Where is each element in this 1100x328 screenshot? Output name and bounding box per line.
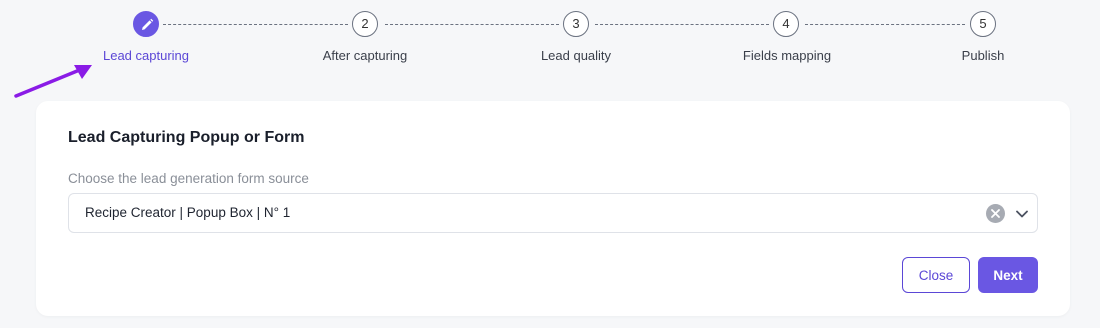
- lead-capture-card: Lead Capturing Popup or Form Choose the …: [36, 101, 1070, 316]
- step-2-circle[interactable]: 2: [352, 11, 378, 37]
- step-3-circle[interactable]: 3: [563, 11, 589, 37]
- step-1-circle[interactable]: [133, 11, 159, 37]
- form-source-select[interactable]: Recipe Creator | Popup Box | N° 1: [68, 193, 1038, 233]
- step-connector: [595, 24, 769, 25]
- step-4-circle[interactable]: 4: [773, 11, 799, 37]
- step-connector: [385, 24, 559, 25]
- annotation-arrow-icon: [14, 65, 92, 98]
- step-4-label[interactable]: Fields mapping: [743, 48, 831, 63]
- close-button[interactable]: Close: [902, 257, 970, 293]
- progress-stepper: Lead capturing 2 After capturing 3 Lead …: [0, 0, 1100, 80]
- select-value: Recipe Creator | Popup Box | N° 1: [85, 205, 291, 220]
- step-connector: [163, 24, 348, 25]
- chevron-down-icon[interactable]: [1015, 207, 1029, 221]
- card-title: Lead Capturing Popup or Form: [68, 129, 305, 146]
- step-connector: [805, 24, 965, 25]
- step-5-label[interactable]: Publish: [962, 48, 1005, 63]
- next-button[interactable]: Next: [978, 257, 1038, 293]
- clear-icon[interactable]: [986, 204, 1005, 223]
- step-3-label[interactable]: Lead quality: [541, 48, 611, 63]
- step-2-label[interactable]: After capturing: [323, 48, 408, 63]
- step-1-label[interactable]: Lead capturing: [103, 48, 189, 63]
- pencil-icon: [142, 18, 154, 30]
- form-source-label: Choose the lead generation form source: [68, 171, 309, 186]
- step-5-circle[interactable]: 5: [970, 11, 996, 37]
